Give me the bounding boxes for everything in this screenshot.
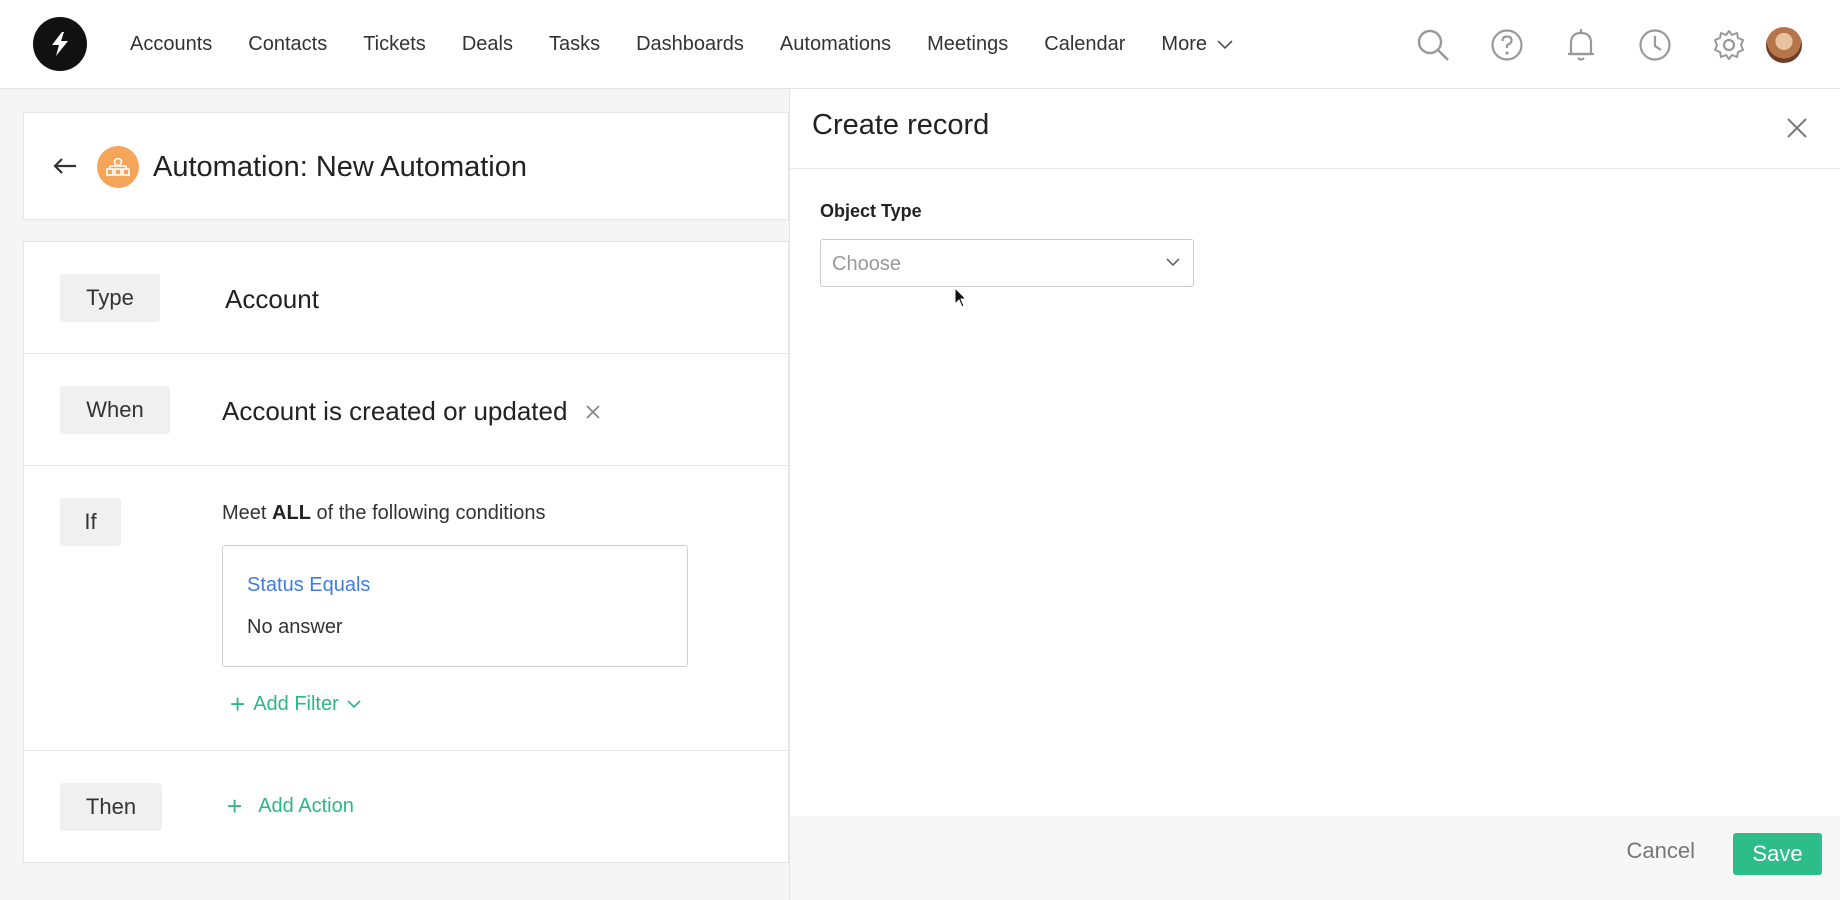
nav-automations[interactable]: Automations [780, 33, 891, 56]
app-logo[interactable] [33, 17, 87, 71]
rule-row-then: Then + Add Action [24, 751, 788, 862]
gear-icon [1714, 29, 1744, 60]
conditions-summary: Meet ALL of the following conditions [222, 502, 546, 525]
then-label: Then [60, 783, 162, 831]
nav-meetings[interactable]: Meetings [927, 33, 1008, 56]
mouse-cursor-icon [954, 287, 968, 308]
nav-contacts[interactable]: Contacts [248, 33, 327, 56]
drawer-header: Create record [790, 89, 1840, 169]
chevron-down-icon [347, 699, 361, 708]
avatar[interactable] [1766, 26, 1802, 63]
help-button[interactable] [1470, 0, 1544, 89]
add-filter-button[interactable]: + Add Filter [230, 691, 361, 717]
top-navigation-bar: Accounts Contacts Tickets Deals Tasks Da… [0, 0, 1840, 89]
automation-rules: Type Account When Account is created or … [23, 241, 789, 863]
type-label: Type [60, 274, 160, 322]
rule-row-when: When Account is created or updated [24, 354, 788, 466]
search-icon [1417, 29, 1449, 61]
header-tools [1396, 0, 1840, 89]
chevron-down-icon [1166, 258, 1180, 267]
add-action-button[interactable]: + Add Action [227, 793, 354, 819]
if-prefix: Meet [222, 502, 267, 524]
main-nav: Accounts Contacts Tickets Deals Tasks Da… [112, 0, 1251, 89]
drawer-title: Create record [812, 109, 990, 141]
if-label: If [60, 498, 121, 546]
object-type-placeholder: Choose [832, 253, 901, 275]
if-match-mode[interactable]: ALL [272, 502, 311, 524]
automation-editor: Automation: New Automation Type Account … [23, 112, 789, 863]
help-icon [1491, 28, 1523, 61]
drawer-footer: Cancel Save [790, 816, 1840, 900]
nav-more-label: More [1161, 33, 1207, 55]
condition-value: No answer [247, 616, 343, 638]
close-icon [1787, 118, 1807, 138]
rule-row-if: If Meet ALL of the following conditions … [24, 466, 788, 751]
automation-header: Automation: New Automation [23, 112, 789, 220]
automation-icon [106, 157, 130, 176]
object-type-select[interactable]: Choose [820, 239, 1194, 287]
nav-tasks[interactable]: Tasks [549, 33, 600, 56]
notifications-button[interactable] [1544, 0, 1618, 89]
page-title: Automation: New Automation [153, 151, 527, 183]
when-value: Account is created or updated [222, 396, 568, 426]
drawer-close-button[interactable] [1780, 111, 1814, 145]
rule-row-type: Type Account [24, 242, 788, 354]
plus-icon: + [227, 791, 243, 821]
nav-calendar[interactable]: Calendar [1044, 33, 1125, 56]
type-value[interactable]: Account [225, 284, 319, 315]
clock-icon [1639, 28, 1671, 61]
remove-trigger-button[interactable] [585, 404, 601, 420]
if-suffix: of the following conditions [316, 502, 546, 524]
condition-card[interactable]: Status Equals No answer [222, 545, 688, 667]
when-label: When [60, 386, 170, 434]
nav-deals[interactable]: Deals [462, 33, 513, 56]
add-action-label: Add Action [258, 794, 354, 817]
nav-tickets[interactable]: Tickets [363, 33, 426, 56]
nav-more[interactable]: More [1161, 33, 1233, 56]
nav-accounts[interactable]: Accounts [130, 33, 212, 56]
nav-dashboards[interactable]: Dashboards [636, 33, 744, 56]
plus-icon: + [230, 689, 246, 719]
recent-button[interactable] [1618, 0, 1692, 89]
settings-button[interactable] [1692, 0, 1766, 89]
create-record-drawer: Create record Object Type Choose Cancel … [789, 89, 1840, 900]
close-icon [586, 404, 601, 419]
chevron-down-icon [1217, 39, 1233, 49]
cancel-button[interactable]: Cancel [1627, 838, 1695, 864]
save-button[interactable]: Save [1733, 833, 1822, 875]
when-trigger[interactable]: Account is created or updated [222, 396, 601, 427]
object-type-label: Object Type [820, 201, 922, 221]
bell-icon [1568, 28, 1594, 61]
condition-title[interactable]: Status Equals [247, 574, 370, 597]
search-button[interactable] [1396, 0, 1470, 89]
automation-type-icon [97, 146, 139, 188]
logo-bolt-icon [52, 32, 68, 56]
back-arrow-icon[interactable] [50, 151, 80, 181]
add-filter-label: Add Filter [253, 692, 339, 715]
